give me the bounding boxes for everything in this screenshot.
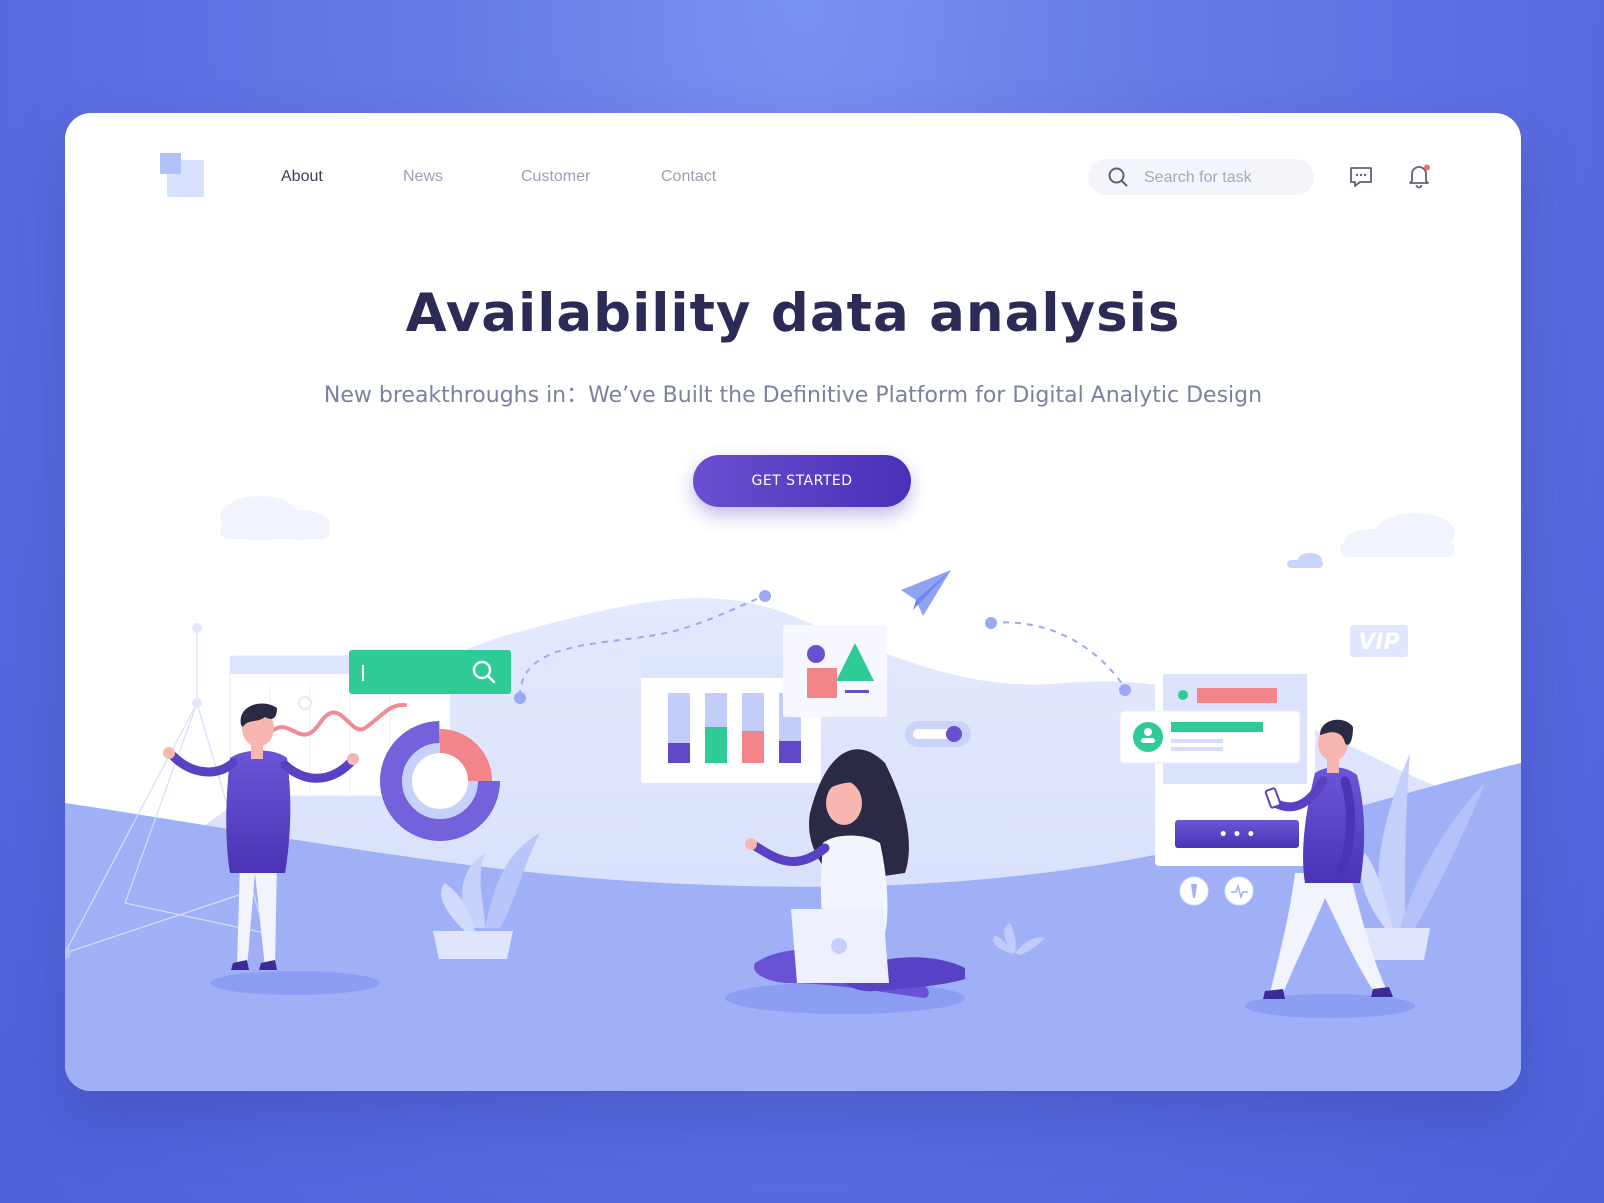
search-icon [472, 660, 492, 680]
cloud-small [1287, 553, 1323, 568]
plant-right [1360, 753, 1485, 960]
nav-item-about[interactable]: About [281, 168, 323, 186]
nav-item-customer[interactable]: Customer [521, 168, 590, 186]
get-started-button[interactable]: GET STARTED [693, 455, 911, 507]
hero-subtitle: New breakthroughs in：We’ve Built the Def… [323, 383, 1263, 408]
back-hills [65, 598, 1521, 1091]
phone-icon [1264, 787, 1282, 809]
ground [65, 763, 1521, 1091]
more-dots: • • • [1219, 827, 1256, 843]
bell-icon[interactable] [1406, 163, 1432, 189]
hero-illustration: VIP • • • [65, 496, 1521, 1091]
man-left-figure [163, 703, 359, 970]
landing-card: About News Customer Contact Availability… [65, 113, 1521, 1091]
man-right-figure [1263, 719, 1393, 999]
mobile-panel: • • • [1119, 666, 1315, 906]
network-lines [65, 628, 266, 954]
vip-badge: VIP [1350, 625, 1408, 657]
dashed-connector-right [990, 621, 1126, 689]
plant-small [993, 923, 1045, 955]
cloud-left [220, 496, 330, 540]
dashed-connector-left [519, 595, 766, 697]
notification-dot [1424, 164, 1430, 171]
paper-plane-icon [901, 570, 951, 616]
shapes-card [783, 625, 887, 717]
bar-chart-card [641, 656, 821, 783]
nav-item-contact[interactable]: Contact [661, 168, 716, 186]
chat-icon[interactable] [1348, 164, 1374, 190]
plant-center-left [433, 833, 540, 959]
green-search-bar [349, 650, 511, 694]
donut-chart [380, 721, 500, 841]
search-icon [1108, 167, 1128, 187]
vip-label: VIP [1358, 630, 1399, 655]
hero-title: Availability data analysis [405, 283, 1181, 344]
search-input[interactable] [1142, 166, 1306, 190]
cloud-right [1340, 513, 1455, 557]
logo-square-front [160, 153, 181, 174]
woman-center-figure [745, 749, 965, 998]
nav-item-news[interactable]: News [403, 168, 443, 186]
toggle-switch [905, 721, 971, 747]
search-box[interactable] [1088, 159, 1314, 195]
line-chart-card [229, 655, 451, 797]
logo[interactable] [160, 153, 206, 199]
